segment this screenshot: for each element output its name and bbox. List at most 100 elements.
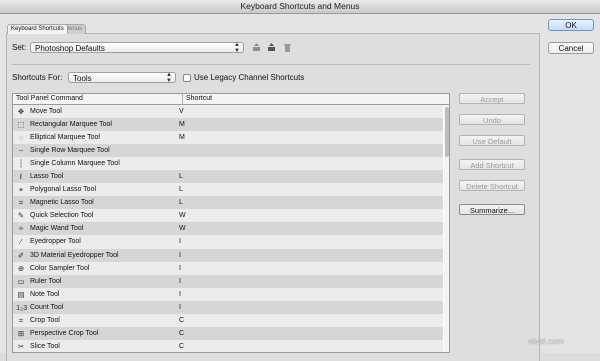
shortcut-value[interactable]: I: [179, 275, 181, 288]
shortcuts-for-select[interactable]: Tools ▲ ▼: [68, 72, 176, 84]
column-header-shortcut[interactable]: Shortcut: [182, 94, 212, 104]
delete-shortcut-button[interactable]: Delete Shortcut: [459, 180, 525, 191]
command-name: Lasso Tool: [30, 173, 64, 181]
command-name: Rectangular Marquee Tool: [30, 121, 112, 129]
shortcut-value[interactable]: I: [179, 288, 181, 301]
table-row[interactable]: ✎ Quick Selection Tool W: [13, 209, 443, 223]
window-title: Keyboard Shortcuts and Menus: [0, 0, 600, 14]
legacy-channel-checkbox[interactable]: [183, 74, 191, 82]
chevron-updown-icon: ▲ ▼: [234, 42, 240, 54]
shortcut-value[interactable]: I: [179, 301, 181, 314]
shortcut-value[interactable]: L: [179, 183, 183, 196]
summarize-button[interactable]: Summarize...: [459, 204, 525, 215]
quick-selection-icon: ✎: [17, 211, 25, 221]
note-icon: ▤: [17, 289, 25, 299]
3d-material-eyedropper-icon: ✐: [17, 250, 25, 260]
command-name: 3D Material Eyedropper Tool: [30, 251, 119, 259]
command-name: Crop Tool: [30, 316, 60, 324]
polygonal-lasso-icon: ⌖: [18, 185, 24, 195]
command-name: Perspective Crop Tool: [30, 329, 99, 337]
command-name: Move Tool: [30, 108, 62, 115]
dialog: Keyboard Shortcuts Menus Set: Photoshop …: [0, 14, 600, 361]
cancel-button[interactable]: Cancel: [548, 42, 594, 54]
watermark-text: vtvid.com: [528, 336, 564, 346]
tab-keyboard-shortcuts[interactable]: Keyboard Shortcuts: [7, 24, 68, 34]
scrollbar-thumb[interactable]: [445, 107, 449, 157]
set-select-value: Photoshop Defaults: [35, 44, 105, 53]
eyedropper-icon: ⁄: [20, 237, 22, 247]
table-row[interactable]: ⬚ Rectangular Marquee Tool M: [13, 118, 443, 132]
vertical-scrollbar[interactable]: [444, 105, 449, 352]
single-row-marquee-icon: ┄: [18, 146, 24, 156]
lasso-icon: ℓ: [19, 172, 23, 182]
magic-wand-icon: ✧: [17, 224, 25, 234]
table-row[interactable]: ℓ Lasso Tool L: [13, 170, 443, 184]
table-row[interactable]: ⁄ Eyedropper Tool I: [13, 235, 443, 249]
save-set-icon[interactable]: [252, 43, 261, 52]
accept-button[interactable]: Accept: [459, 93, 525, 104]
shortcut-value[interactable]: L: [179, 196, 183, 209]
command-name: Color Sampler Tool: [30, 264, 90, 272]
color-sampler-icon: ⊕: [17, 263, 25, 273]
table-row[interactable]: ✧ Magic Wand Tool W: [13, 222, 443, 236]
table-row[interactable]: ⌗ Magnetic Lasso Tool L: [13, 196, 443, 210]
legacy-channel-label: Use Legacy Channel Shortcuts: [194, 73, 305, 82]
shortcut-value[interactable]: W: [179, 209, 186, 222]
table-rows: ✥ Move Tool V ⬚ Rectangular Marquee Tool M ◌ El…: [13, 105, 443, 352]
add-shortcut-button[interactable]: Add Shortcut: [459, 159, 525, 170]
shortcut-value[interactable]: W: [179, 222, 186, 235]
undo-button[interactable]: Undo: [459, 114, 525, 125]
set-select[interactable]: Photoshop Defaults ▲ ▼: [30, 42, 244, 54]
set-label: Set:: [12, 43, 27, 52]
shortcut-value[interactable]: I: [179, 262, 181, 275]
table-row[interactable]: ⊞ Perspective Crop Tool C: [13, 326, 443, 340]
shortcuts-for-label: Shortcuts For:: [12, 73, 63, 82]
perspective-crop-icon: ⊞: [17, 328, 25, 338]
shortcut-value[interactable]: L: [179, 170, 183, 183]
table-row[interactable]: ⊕ Color Sampler Tool I: [13, 261, 443, 275]
count-icon: 1₂3: [16, 302, 28, 312]
chevron-updown-icon: ▲ ▼: [166, 72, 172, 84]
shortcuts-for-value: Tools: [73, 74, 92, 83]
shortcuts-table: Tool Panel Command Shortcut ✥ Move Tool V ⬚…: [12, 93, 450, 353]
use-default-button[interactable]: Use Default: [459, 135, 525, 146]
divider: [12, 64, 530, 65]
new-set-icon[interactable]: [267, 43, 276, 52]
shortcut-value[interactable]: C: [179, 340, 184, 352]
command-name: Count Tool: [30, 303, 64, 311]
command-name: Ruler Tool: [30, 277, 62, 285]
rectangular-marquee-icon: ⬚: [17, 120, 25, 130]
shortcut-value[interactable]: I: [179, 235, 181, 248]
shortcut-value[interactable]: C: [179, 327, 184, 340]
table-row[interactable]: ┄ Single Row Marquee Tool: [13, 144, 443, 158]
elliptical-marquee-icon: ◌: [18, 133, 24, 143]
table-row[interactable]: ⌖ Polygonal Lasso Tool L: [13, 183, 443, 197]
command-name: Magic Wand Tool: [30, 225, 84, 233]
move-icon: ✥: [17, 107, 25, 116]
table-row[interactable]: ⌗ Crop Tool C: [13, 313, 443, 327]
table-row[interactable]: ▤ Note Tool I: [13, 287, 443, 301]
table-row[interactable]: ┆ Single Column Marquee Tool: [13, 157, 443, 171]
table-row[interactable]: ✂ Slice Tool C: [13, 339, 443, 352]
shortcut-value[interactable]: C: [179, 314, 184, 327]
command-name: Note Tool: [30, 290, 60, 298]
command-name: Single Row Marquee Tool: [30, 147, 110, 155]
delete-set-icon[interactable]: [283, 43, 292, 52]
shortcut-value[interactable]: I: [179, 249, 181, 262]
shortcut-value[interactable]: M: [179, 118, 185, 131]
command-name: Eyedropper Tool: [30, 238, 81, 246]
shortcut-value[interactable]: V: [179, 105, 184, 118]
ok-button[interactable]: OK: [548, 19, 594, 31]
column-header-command[interactable]: Tool Panel Command: [16, 94, 83, 104]
command-name: Magnetic Lasso Tool: [30, 199, 94, 207]
table-row[interactable]: ✐ 3D Material Eyedropper Tool I: [13, 248, 443, 262]
command-name: Slice Tool: [30, 342, 60, 350]
table-row[interactable]: ✥ Move Tool V: [13, 105, 443, 119]
table-row[interactable]: 1₂3 Count Tool I: [13, 300, 443, 314]
table-row[interactable]: ▭ Ruler Tool I: [13, 274, 443, 288]
table-row[interactable]: ◌ Elliptical Marquee Tool M: [13, 131, 443, 145]
command-name: Single Column Marquee Tool: [30, 160, 120, 168]
ruler-icon: ▭: [17, 276, 25, 286]
shortcut-value[interactable]: M: [179, 131, 185, 144]
command-name: Polygonal Lasso Tool: [30, 186, 97, 194]
